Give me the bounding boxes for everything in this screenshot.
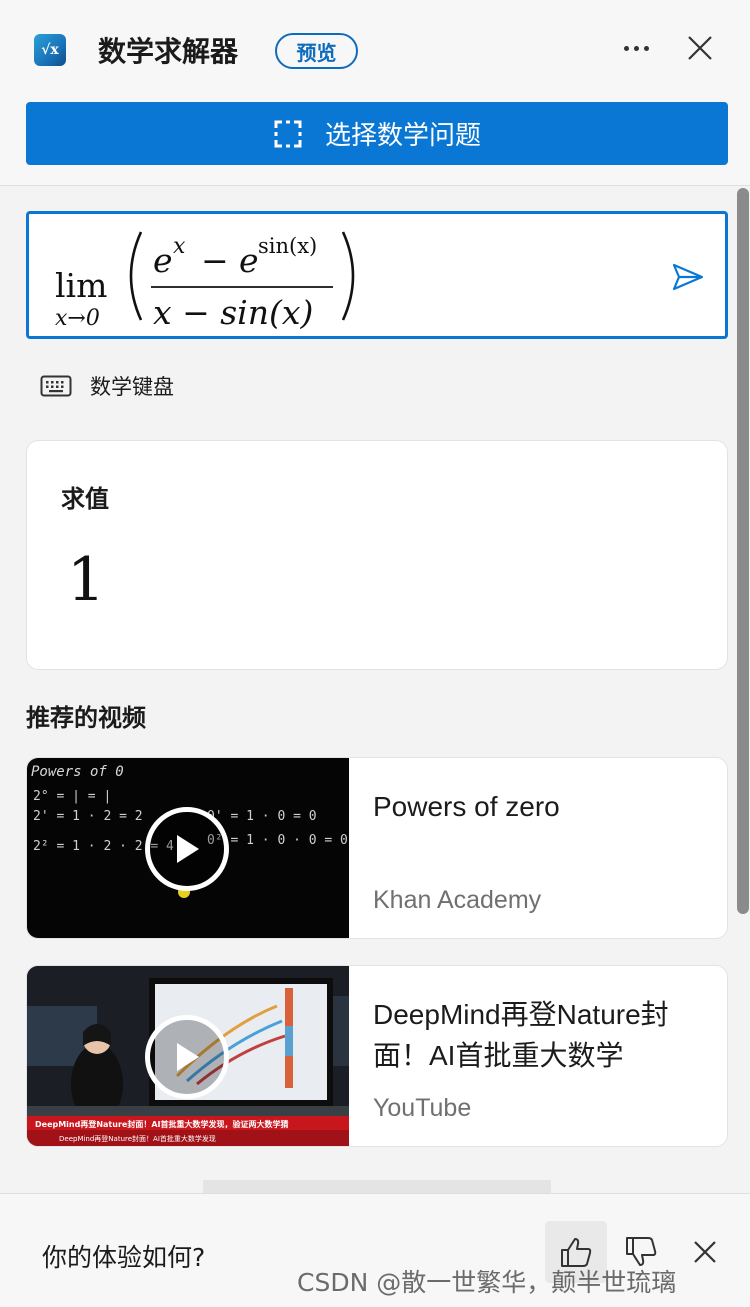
- selection-frame-icon: [274, 120, 302, 147]
- svg-text:2' = 1 · 2 = 2: 2' = 1 · 2 = 2: [33, 809, 143, 824]
- thumb-caption: DeepMind再登Nature封面！AI首批重大数学发现，验证两大数学猜: [35, 1119, 289, 1129]
- svg-text:0' = 1 · 0 = 0: 0' = 1 · 0 = 0: [207, 809, 317, 824]
- result-label: 求值: [61, 485, 109, 513]
- video-title: Powers of zero: [373, 791, 560, 822]
- result-value: 1: [67, 545, 106, 615]
- video-title: DeepMind再登Nature封面！AI首批重大数学: [373, 999, 669, 1071]
- app-title: 数学求解器: [98, 35, 239, 68]
- math-keyboard-button[interactable]: 数学键盘: [40, 366, 174, 406]
- limit-operator: lim: [55, 266, 107, 305]
- numerator-base-1: e: [153, 241, 173, 280]
- denominator: x − sin(x): [153, 293, 313, 329]
- app-logo-icon: √x: [34, 34, 66, 66]
- video-thumbnail: Powers of 0 2° = | = | 2' = 1 · 2 = 2 2²…: [27, 758, 349, 938]
- close-panel-button[interactable]: [680, 28, 720, 68]
- numerator-exponent-2: sin(x): [258, 234, 317, 258]
- keyboard-label: 数学键盘: [90, 375, 174, 399]
- numerator-minus: −: [201, 241, 229, 280]
- vertical-scrollbar[interactable]: [736, 188, 750, 914]
- csdn-watermark: CSDN @散一世繁华，颠半世琉璃: [297, 1268, 677, 1297]
- numerator-exponent-1: x: [173, 234, 186, 259]
- more-horizontal-icon: [623, 45, 649, 51]
- scrollbar-thumb[interactable]: [737, 188, 749, 914]
- svg-text:2° = | = |: 2° = | = |: [33, 789, 111, 804]
- video-source: YouTube: [373, 1094, 472, 1122]
- video-card-deepmind[interactable]: DeepMind再登Nature封面！AI首批重大数学发现，验证两大数学猜 De…: [26, 965, 728, 1147]
- math-input-field[interactable]: lim x→0 e x − e sin(x) x − sin(x): [26, 211, 728, 339]
- math-expression: lim x→0 e x − e sin(x) x − sin(x): [55, 231, 355, 329]
- close-icon: [688, 36, 712, 60]
- video-source: Khan Academy: [373, 886, 542, 914]
- send-icon[interactable]: [671, 262, 705, 292]
- play-icon[interactable]: [145, 1015, 229, 1099]
- limit-subscript: x→0: [55, 306, 100, 329]
- close-feedback-button[interactable]: [674, 1221, 736, 1283]
- keyboard-icon: [40, 375, 72, 397]
- video-thumbnail: DeepMind再登Nature封面！AI首批重大数学发现，验证两大数学猜 De…: [27, 966, 349, 1146]
- feedback-question: 你的体验如何?: [42, 1243, 206, 1272]
- horizontal-scrollbar[interactable]: [203, 1180, 551, 1194]
- close-icon: [694, 1241, 716, 1263]
- videos-section-title: 推荐的视频: [26, 704, 146, 732]
- preview-badge: 预览: [275, 33, 358, 69]
- numerator-base-2: e: [239, 241, 259, 280]
- header-bar: √x 数学求解器 预览 选择数学问题: [0, 0, 750, 186]
- more-options-button[interactable]: [614, 28, 658, 68]
- result-card: 求值 1: [26, 440, 728, 670]
- select-math-problem-button[interactable]: 选择数学问题: [26, 102, 728, 165]
- thumb-chalk-title: Powers of 0: [31, 764, 124, 780]
- video-card-powers-of-zero[interactable]: Powers of 0 2° = | = | 2' = 1 · 2 = 2 2²…: [26, 757, 728, 939]
- thumb-subcaption: DeepMind再登Nature封面！AI首批重大数学发现: [59, 1134, 216, 1143]
- play-icon[interactable]: [145, 807, 229, 891]
- select-button-label: 选择数学问题: [324, 121, 481, 151]
